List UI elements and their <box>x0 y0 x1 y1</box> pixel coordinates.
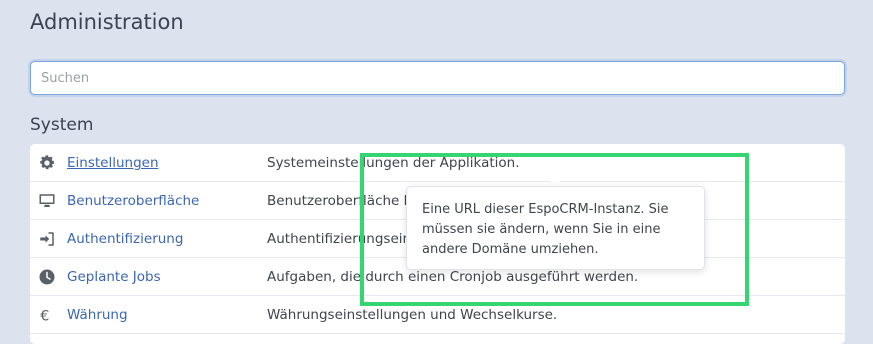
page-title: Administration <box>30 10 184 34</box>
svg-text:€: € <box>40 308 49 324</box>
benutzeroberflaeche-link[interactable]: Benutzeroberfläche <box>67 192 199 210</box>
waehrung-description: Währungseinstellungen und Wechselkurse. <box>267 307 558 323</box>
monitor-icon <box>38 192 56 210</box>
search-input[interactable] <box>31 62 844 94</box>
waehrung-link[interactable]: Währung <box>67 306 128 324</box>
search-field[interactable] <box>30 61 845 95</box>
sign-in-icon <box>38 230 56 248</box>
einstellungen-link[interactable]: Einstellungen <box>67 154 159 172</box>
authentifizierung-link[interactable]: Authentifizierung <box>67 230 183 248</box>
section-title-system: System <box>30 115 94 135</box>
highlight-box <box>360 153 749 306</box>
gear-icon <box>38 154 56 172</box>
euro-icon: € <box>38 306 56 324</box>
geplante-jobs-link[interactable]: Geplante Jobs <box>67 268 161 286</box>
clock-icon <box>38 268 56 286</box>
